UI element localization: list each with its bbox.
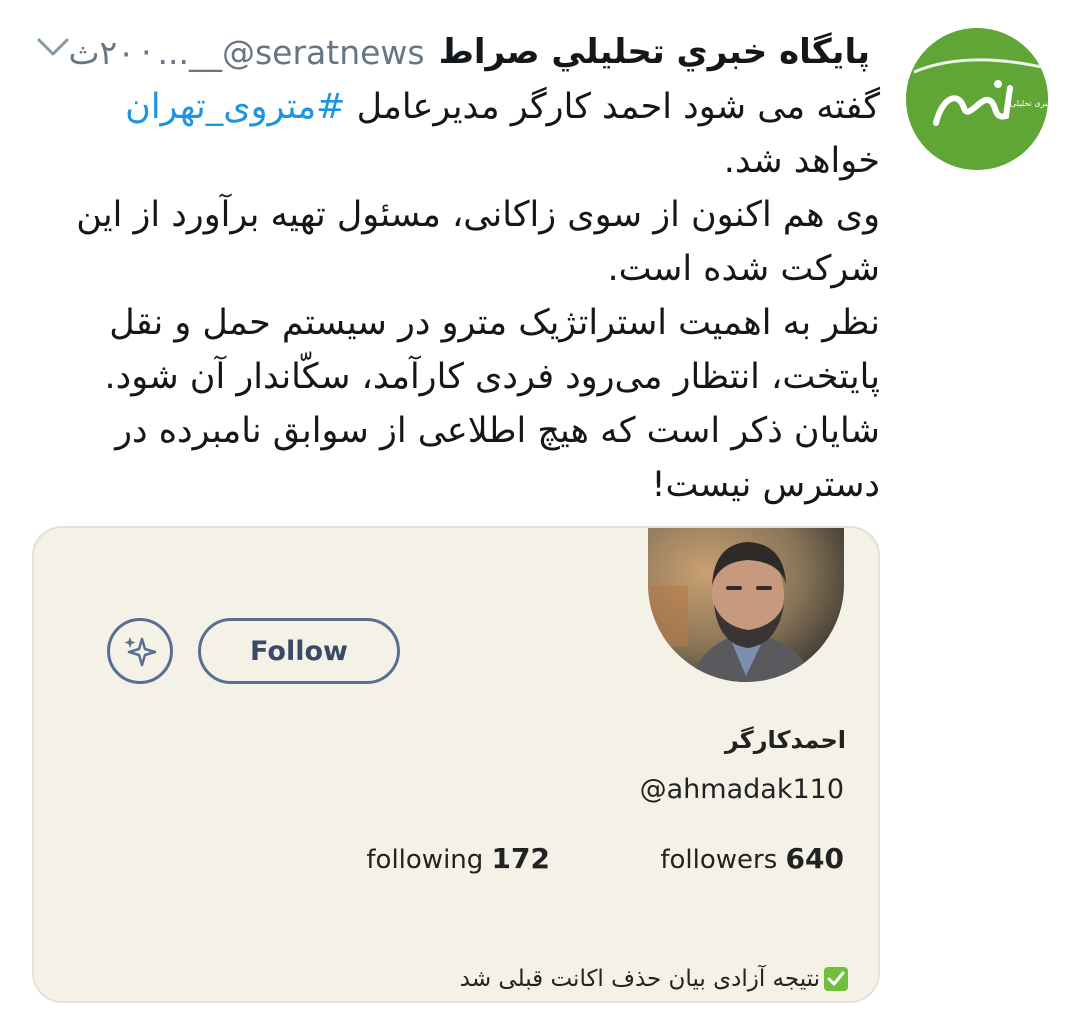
tweet-text: گفته می شود احمد کارگر مدیرعامل #متروی_ت… [60, 80, 880, 512]
followers-count: 640 [785, 842, 844, 875]
chevron-down-icon[interactable] [36, 36, 70, 58]
checkmark-icon [824, 967, 848, 991]
tweet-time[interactable]: ۲۰ث [68, 33, 135, 72]
author-name[interactable]: پايگاه خبري تحليلي صراط [439, 32, 870, 72]
author-avatar[interactable]: پایگاه خبری تحلیلی [906, 28, 1048, 170]
tweet-line: خواهد شد. [723, 141, 880, 181]
profile-bio: نتیجه آزادی بیان حذف اکانت قبلی شد [460, 966, 848, 992]
author-handle[interactable]: ...__@seratnews [158, 33, 425, 72]
tweet-line: شایان ذکر است که هیچ اطلاعی از سوابق نام… [115, 411, 880, 451]
tweet-line: گفته می شود احمد کارگر مدیرعامل #متروی_ت… [125, 87, 880, 127]
separator-dot: · [141, 32, 152, 72]
follow-button[interactable]: Follow [198, 618, 400, 684]
followers-stat[interactable]: followers 640 [660, 842, 844, 875]
tweet-line: شرکت شده است. [607, 249, 881, 289]
tweet-line: نظر به اهمیت استراتژیک مترو در سیستم حمل… [109, 303, 880, 343]
profile-display-name: احمدکارگر [724, 726, 846, 754]
bio-text: نتیجه آزادی بیان حذف اکانت قبلی شد [459, 966, 820, 992]
profile-username[interactable]: @ahmadak110 [640, 774, 844, 805]
profile-card: Follow احمدکارگر @ahmadak110 followers 6… [32, 526, 880, 1003]
tweet-line: وی هم اکنون از سوی زاکانی، مسئول تهیه بر… [76, 195, 880, 235]
tweet-header: پايگاه خبري تحليلي صراط ...__@seratnews … [30, 22, 870, 82]
avatar-logo-sub: پایگاه خبری تحلیلی [1010, 98, 1048, 108]
subscribe-sparkle-button[interactable] [107, 618, 173, 684]
hashtag-link[interactable]: #متروی_تهران [125, 87, 345, 127]
tweet-line: دسترس نیست! [651, 465, 880, 505]
tweet-line: پایتخت، انتظار می‌رود فردی کارآمد، سکّان… [104, 357, 880, 397]
following-count: 172 [491, 842, 550, 875]
sparkle-icon [124, 637, 157, 667]
following-stat[interactable]: following 172 [366, 842, 550, 875]
profile-photo[interactable] [648, 528, 844, 682]
